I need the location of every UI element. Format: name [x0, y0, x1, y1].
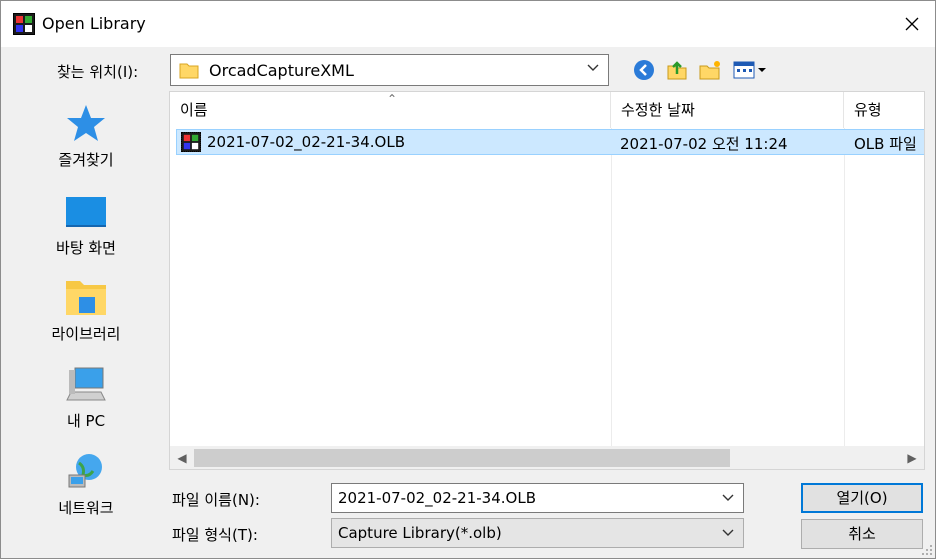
view-menu-icon	[733, 61, 766, 79]
scroll-right-button[interactable]: ▶	[900, 446, 924, 469]
computer-icon	[66, 367, 106, 401]
place-label: 네트워크	[58, 499, 114, 517]
file-type: OLB 파일	[854, 135, 917, 153]
new-folder-icon	[699, 61, 720, 80]
library-folder-icon	[66, 281, 106, 315]
column-header-type[interactable]: 유형	[844, 92, 924, 128]
place-libraries[interactable]: 라이브러리	[13, 265, 159, 345]
chevron-left-icon: ◀	[177, 451, 187, 465]
network-icon	[68, 454, 102, 488]
open-button[interactable]: 열기(O)	[801, 483, 923, 513]
place-favorites[interactable]: 즐겨찾기	[13, 91, 159, 171]
column-divider	[844, 128, 845, 448]
scroll-thumb[interactable]	[194, 449, 730, 467]
orcad-app-icon	[13, 13, 35, 35]
place-network[interactable]: 네트워크	[13, 439, 159, 519]
filename-label: 파일 이름(N):	[172, 491, 260, 509]
column-divider	[611, 128, 612, 448]
chevron-down-icon	[722, 529, 734, 536]
place-desktop[interactable]: 바탕 화면	[13, 179, 159, 259]
filetype-label: 파일 형식(T):	[172, 526, 258, 544]
file-list[interactable]: 이름 ⌃ 수정한 날짜 유형 2021-07-02_02-21-34.OLB 2…	[169, 91, 925, 470]
folder-icon	[179, 63, 199, 79]
view-menu-button[interactable]	[732, 58, 768, 82]
new-folder-button[interactable]	[698, 58, 722, 82]
place-label: 내 PC	[66, 412, 106, 430]
place-this-pc[interactable]: 내 PC	[13, 352, 159, 432]
close-icon	[905, 17, 919, 31]
lookin-combo[interactable]: OrcadCaptureXML	[170, 54, 609, 86]
cancel-button[interactable]: 취소	[801, 519, 923, 549]
sort-ascending-icon: ⌃	[387, 92, 398, 106]
resize-grip-icon[interactable]	[921, 544, 933, 556]
filetype-select[interactable]: Capture Library(*.olb)	[331, 518, 744, 548]
window-title: Open Library	[42, 14, 146, 33]
close-button[interactable]	[889, 1, 935, 47]
file-row[interactable]: 2021-07-02_02-21-34.OLB 2021-07-02 오전 11…	[176, 129, 924, 155]
scroll-left-button[interactable]: ◀	[170, 446, 194, 469]
place-label: 즐겨찾기	[58, 151, 114, 169]
horizontal-scrollbar[interactable]: ◀ ▶	[170, 446, 924, 469]
filetype-value: Capture Library(*.olb)	[338, 524, 502, 542]
open-library-dialog: Open Library 찾는 위치(I): OrcadCaptureXML 즐…	[0, 0, 936, 559]
column-header-modified[interactable]: 수정한 날짜	[611, 92, 844, 128]
back-arrow-icon	[634, 60, 654, 80]
up-folder-icon	[667, 61, 687, 80]
place-label: 라이브러리	[51, 325, 121, 343]
back-button[interactable]	[632, 58, 656, 82]
file-name: 2021-07-02_02-21-34.OLB	[207, 133, 405, 151]
chevron-down-icon	[722, 494, 734, 501]
filename-input[interactable]: 2021-07-02_02-21-34.OLB	[331, 483, 744, 513]
lookin-label: 찾는 위치(I):	[57, 63, 139, 81]
chevron-right-icon: ▶	[907, 451, 917, 465]
up-folder-button[interactable]	[665, 58, 689, 82]
star-icon	[67, 105, 105, 141]
lookin-value: OrcadCaptureXML	[209, 61, 354, 80]
title-bar: Open Library	[1, 1, 935, 47]
places-bar: 즐겨찾기 바탕 화면 라이브러리 내 PC 네트워크	[13, 91, 161, 531]
file-modified: 2021-07-02 오전 11:24	[620, 135, 788, 153]
chevron-down-icon	[587, 64, 599, 71]
desktop-icon	[66, 197, 106, 227]
filename-value: 2021-07-02_02-21-34.OLB	[338, 489, 536, 507]
olb-file-icon	[181, 132, 201, 152]
place-label: 바탕 화면	[56, 239, 116, 257]
